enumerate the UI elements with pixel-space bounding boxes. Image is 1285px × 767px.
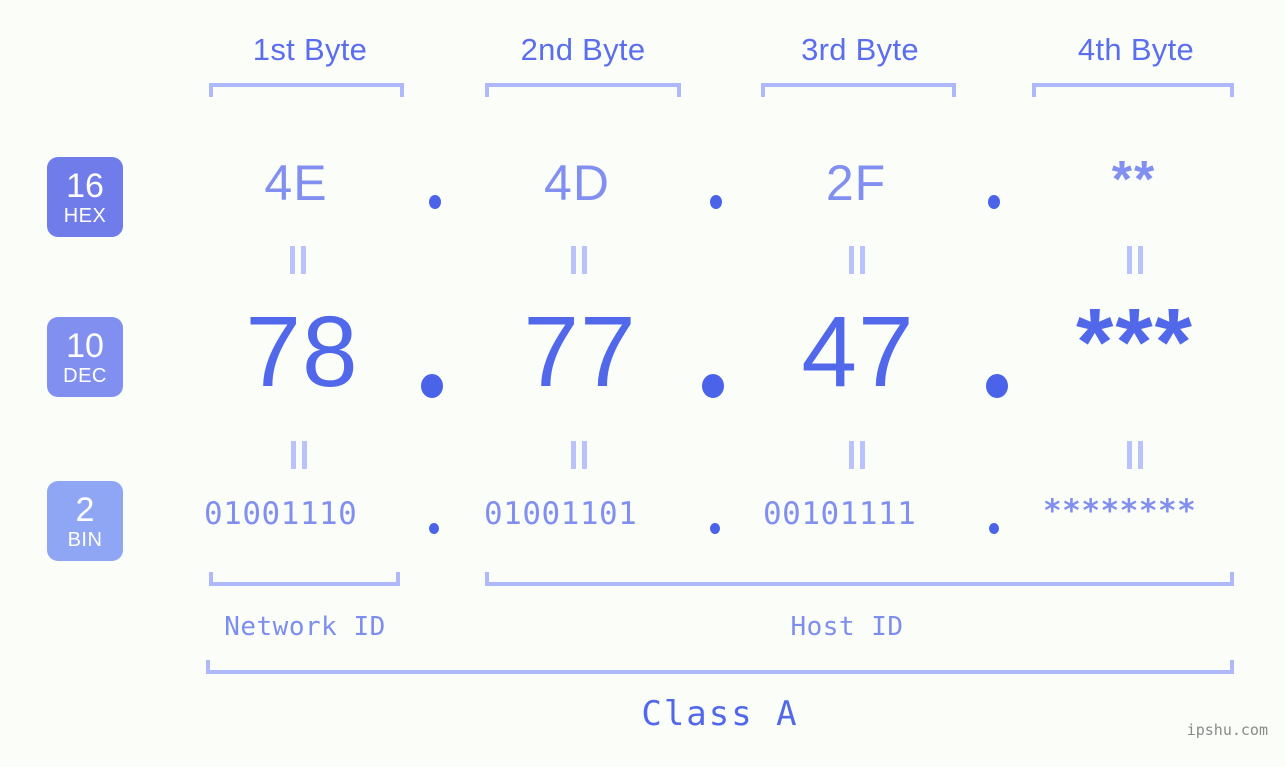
bin-byte-2: 01001101 <box>484 496 638 532</box>
dec-separator-1 <box>421 374 443 398</box>
dec-byte-4: *** <box>1075 289 1195 396</box>
network-id-bracket <box>209 572 400 586</box>
byte-bracket-4 <box>1032 83 1234 97</box>
equals-connector-dec-bin-4 <box>1125 441 1145 469</box>
bin-byte-3: 00101111 <box>763 496 917 532</box>
equals-connector-hex-dec-4 <box>1125 246 1145 274</box>
hex-separator-3 <box>988 195 1000 209</box>
byte-bracket-2 <box>485 83 681 97</box>
class-bracket <box>206 660 1234 674</box>
byte-header-4: 4th Byte <box>1077 32 1195 67</box>
dec-separator-2 <box>702 374 724 398</box>
byte-header-2: 2nd Byte <box>520 32 646 67</box>
equals-connector-hex-dec-1 <box>288 246 308 274</box>
bin-byte-4: ******** <box>1043 493 1197 529</box>
byte-bracket-1 <box>209 83 404 97</box>
byte-header-1: 1st Byte <box>252 32 368 67</box>
dec-byte-1: 78 <box>245 296 359 408</box>
host-id-label: Host ID <box>790 612 904 642</box>
base-badge-dec-name: DEC <box>63 364 107 387</box>
equals-connector-dec-bin-3 <box>847 441 867 469</box>
dec-byte-2: 77 <box>523 296 637 408</box>
base-badge-hex-number: 16 <box>66 166 104 205</box>
base-badge-hex: 16 HEX <box>47 157 123 237</box>
bin-separator-2 <box>710 523 720 534</box>
ip-address-breakdown-diagram: 1st Byte 2nd Byte 3rd Byte 4th Byte 16 H… <box>0 0 1285 767</box>
equals-connector-hex-dec-2 <box>569 246 589 274</box>
network-id-label: Network ID <box>224 612 386 642</box>
class-label: Class A <box>641 694 799 734</box>
dec-byte-3: 47 <box>801 296 915 408</box>
byte-bracket-3 <box>761 83 956 97</box>
hex-separator-2 <box>710 195 722 209</box>
base-badge-bin-number: 2 <box>75 490 95 529</box>
hex-byte-3: 2F <box>825 155 887 211</box>
base-badge-bin-name: BIN <box>67 528 103 551</box>
bin-byte-1: 01001110 <box>204 496 358 532</box>
site-watermark: ipshu.com <box>1186 721 1268 739</box>
equals-connector-dec-bin-2 <box>569 441 589 469</box>
byte-header-3: 3rd Byte <box>801 32 919 67</box>
base-badge-dec: 10 DEC <box>47 317 123 397</box>
dec-separator-3 <box>986 374 1008 398</box>
hex-byte-1: 4E <box>264 155 328 211</box>
host-id-bracket <box>485 572 1234 586</box>
equals-connector-hex-dec-3 <box>847 246 867 274</box>
hex-separator-1 <box>429 195 441 209</box>
equals-connector-dec-bin-1 <box>289 441 309 469</box>
base-badge-hex-name: HEX <box>63 204 107 227</box>
hex-byte-2: 4D <box>544 155 610 211</box>
hex-byte-4: ** <box>1111 151 1157 209</box>
base-badge-bin: 2 BIN <box>47 481 123 561</box>
bin-separator-1 <box>429 523 439 534</box>
bin-separator-3 <box>989 523 999 534</box>
base-badge-dec-number: 10 <box>66 326 104 365</box>
